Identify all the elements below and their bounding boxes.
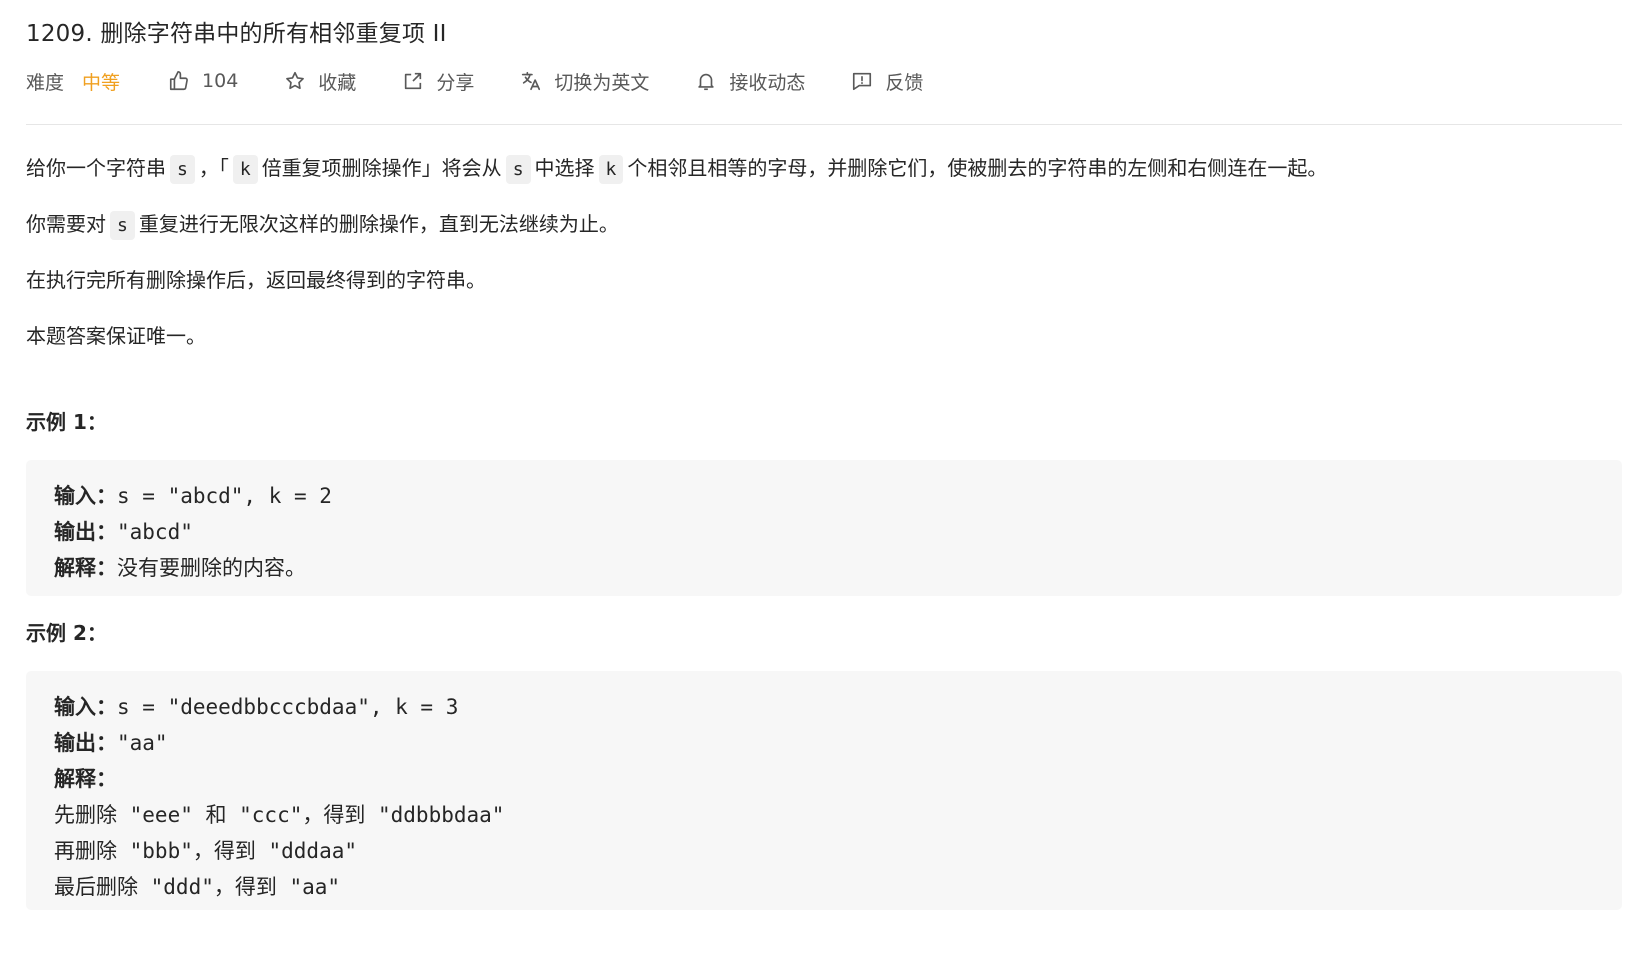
share-icon (402, 70, 424, 92)
description-paragraph: 在执行完所有删除操作后，返回最终得到的字符串。 (26, 268, 486, 292)
explanation-step: 最后删除 "ddd"，得到 "aa" (54, 875, 341, 899)
inline-code: s (170, 155, 195, 184)
share-button[interactable]: 分享 (402, 68, 474, 95)
inline-code: s (110, 211, 135, 240)
translate-icon (520, 70, 542, 92)
example-output: 输出："abcd" (54, 514, 1622, 550)
text: 个相邻且相等的字母，并删除它们，使被删去的字符串的左侧和右侧连在一起。 (627, 156, 1328, 180)
explanation-step: 再删除 "bbb"，得到 "dddaa" (54, 839, 358, 863)
example-explanation: 解释：没有要删除的内容。 (54, 550, 1622, 586)
inline-code: k (598, 155, 624, 184)
difficulty-badge: 中等 (82, 71, 121, 94)
difficulty-label: 难度 (26, 71, 65, 94)
text: 倍重复项删除操作」将会从 (261, 156, 502, 180)
description-paragraph: 本题答案保证唯一。 (26, 324, 206, 348)
text: ，「 (198, 156, 229, 180)
divider (26, 124, 1622, 125)
text: 给你一个字符串 (26, 156, 166, 180)
input-label: 输入： (54, 695, 117, 719)
like-count: 104 (202, 70, 239, 92)
share-label: 分享 (436, 71, 475, 94)
explanation-value: 没有要删除的内容。 (117, 556, 306, 580)
example-explanation: 解释： (54, 761, 1622, 797)
inline-code: k (232, 155, 258, 184)
description-paragraph: 给你一个字符串 s ，「 k 倍重复项删除操作」将会从 s 中选择 k 个相邻且相等的字母，并删… (26, 140, 1622, 196)
explanation-label: 解释： (54, 556, 117, 580)
text: 你需要对 (26, 212, 106, 236)
example-output: 输出："aa" (54, 725, 1622, 761)
difficulty: 难度 中等 (26, 68, 120, 95)
example-1-block: 输入：s = "abcd", k = 2 输出："abcd" 解释：没有要删除的… (26, 460, 1622, 596)
explanation-label: 解释： (54, 767, 117, 791)
problem-title: 1209. 删除字符串中的所有相邻重复项 II (26, 21, 447, 47)
feedback-button[interactable]: 反馈 (851, 68, 923, 95)
text: 重复进行无限次这样的删除操作，直到无法继续为止。 (138, 212, 619, 236)
feedback-icon (851, 70, 873, 92)
favorite-label: 收藏 (318, 71, 357, 94)
switch-language-label: 切换为英文 (554, 71, 650, 94)
input-value: s = "deeedbbcccbdaa", k = 3 (117, 695, 459, 719)
switch-language-button[interactable]: 切换为英文 (520, 68, 649, 95)
subscribe-label: 接收动态 (729, 71, 806, 94)
output-label: 输出： (54, 520, 117, 544)
description-paragraph: 你需要对 s 重复进行无限次这样的删除操作，直到无法继续为止。 (26, 196, 1622, 252)
text: 中选择 (534, 156, 595, 180)
feedback-label: 反馈 (885, 71, 924, 94)
favorite-button[interactable]: 收藏 (284, 68, 356, 95)
example-input: 输入：s = "abcd", k = 2 (54, 478, 1622, 514)
subscribe-button[interactable]: 接收动态 (695, 68, 805, 95)
example-1-title: 示例 1： (26, 410, 107, 434)
problem-meta-bar: 难度 中等 104 收藏 分享 切换为英文 接收动态 反馈 (26, 66, 969, 96)
output-label: 输出： (54, 731, 117, 755)
bell-icon (695, 70, 717, 92)
example-2-title: 示例 2： (26, 621, 107, 645)
example-2-block: 输入：s = "deeedbbcccbdaa", k = 3 输出："aa" 解… (26, 671, 1622, 910)
thumbs-up-icon (168, 70, 190, 92)
input-label: 输入： (54, 484, 117, 508)
explanation-step: 先删除 "eee" 和 "ccc"，得到 "ddbbbdaa" (54, 803, 505, 827)
output-value: "aa" (117, 731, 168, 755)
example-input: 输入：s = "deeedbbcccbdaa", k = 3 (54, 689, 1622, 725)
star-icon (284, 70, 306, 92)
like-button[interactable]: 104 (168, 70, 238, 92)
input-value: s = "abcd", k = 2 (117, 484, 332, 508)
problem-description: 给你一个字符串 s ，「 k 倍重复项删除操作」将会从 s 中选择 k 个相邻且相等的字母，并删… (26, 140, 1622, 364)
output-value: "abcd" (117, 520, 193, 544)
inline-code: s (505, 155, 531, 184)
